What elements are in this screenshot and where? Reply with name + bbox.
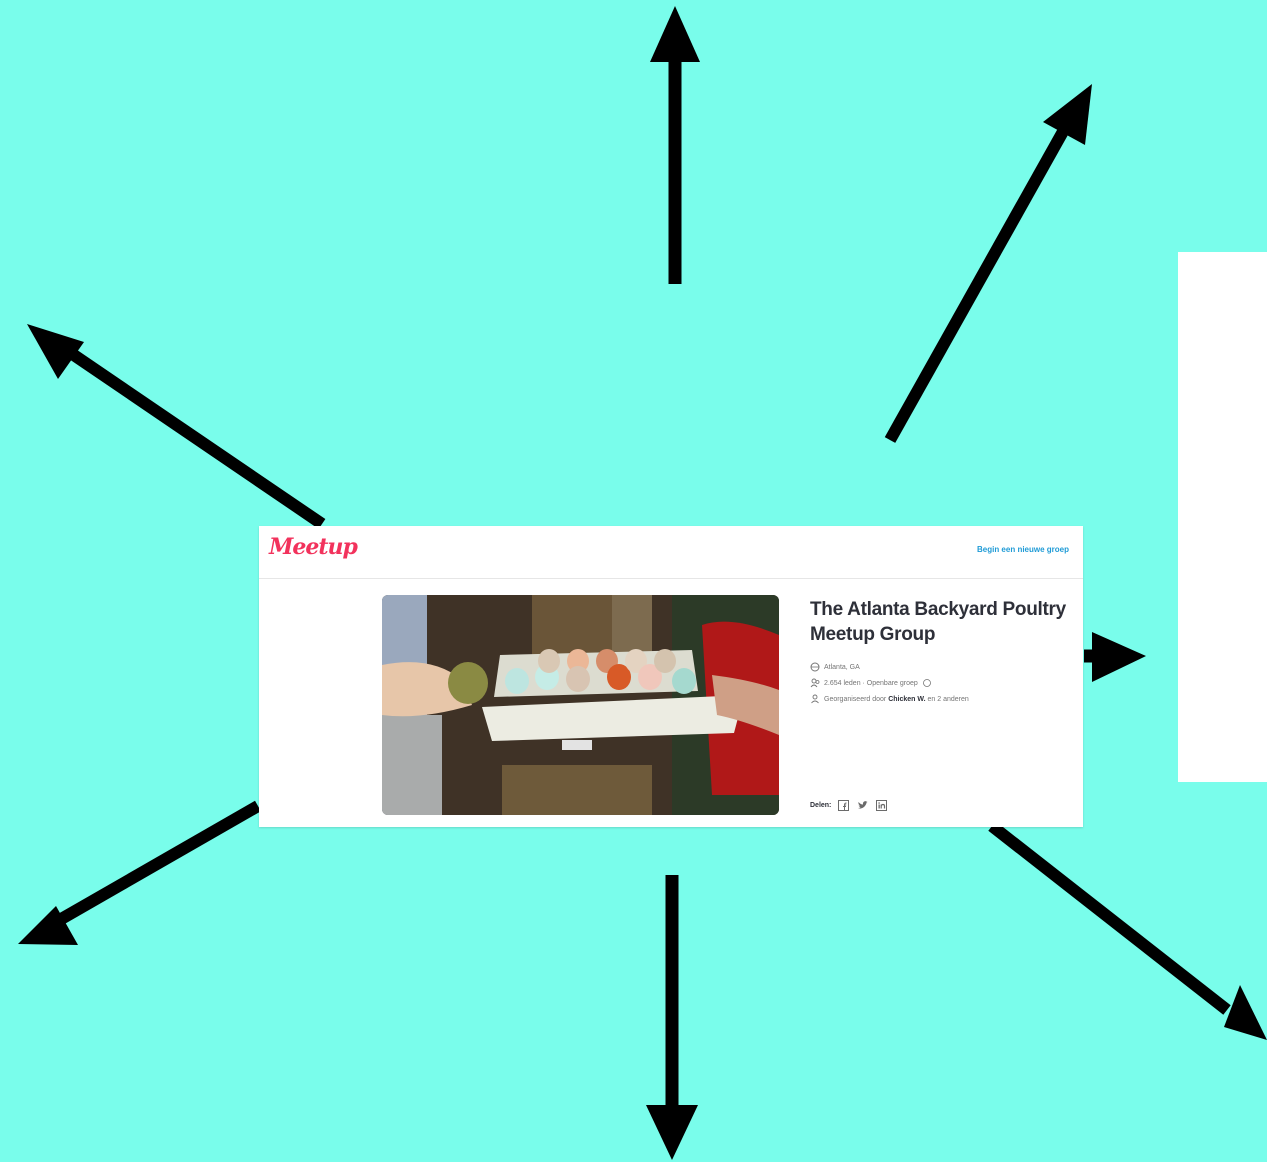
location-text: Atlanta, GA bbox=[824, 663, 860, 671]
card-header: Meetup Begin een nieuwe groep bbox=[259, 526, 1083, 579]
start-new-group-link[interactable]: Begin een nieuwe groep bbox=[977, 545, 1069, 554]
arrow-up-right bbox=[884, 84, 1092, 443]
twitter-icon[interactable] bbox=[856, 799, 869, 812]
facebook-icon[interactable] bbox=[837, 799, 850, 812]
arrow-down-right bbox=[988, 821, 1267, 1040]
members-row: 2.654 leden · Openbare groep bbox=[810, 675, 1070, 691]
background-canvas: Meetup Begin een nieuwe groep The Atlant… bbox=[0, 0, 1267, 1162]
members-icon bbox=[810, 678, 820, 688]
meetup-group-card: Meetup Begin een nieuwe groep The Atlant… bbox=[259, 526, 1083, 827]
location-icon bbox=[810, 662, 820, 672]
share-label: Delen: bbox=[810, 802, 832, 809]
meetup-logo[interactable]: Meetup bbox=[269, 534, 358, 560]
arrow-up-left bbox=[27, 324, 326, 529]
organizer-row: Georganiseerd door Chicken W. en 2 ander… bbox=[810, 691, 1070, 707]
arrow-down bbox=[646, 875, 698, 1160]
arrow-right bbox=[1084, 632, 1146, 682]
arrow-up bbox=[650, 6, 700, 284]
location-row: Atlanta, GA bbox=[810, 659, 1070, 675]
organized-suffix[interactable]: en 2 anderen bbox=[928, 696, 969, 703]
offscreen-white-panel bbox=[1178, 252, 1267, 782]
organized-prefix: Georganiseerd door bbox=[824, 695, 887, 703]
group-meta: Atlanta, GA 2.654 leden · Openbare groep bbox=[810, 659, 1070, 707]
linkedin-icon[interactable] bbox=[875, 799, 888, 812]
organizer-icon bbox=[811, 694, 819, 704]
organizer-name[interactable]: Chicken W. bbox=[888, 696, 925, 703]
group-title: The Atlanta Backyard Poultry Meetup Grou… bbox=[810, 599, 1066, 645]
members-text[interactable]: 2.654 leden · Openbare groep bbox=[824, 680, 918, 687]
share-row: Delen: bbox=[810, 799, 894, 812]
egg-carton-photo bbox=[382, 595, 779, 815]
arrow-down-left bbox=[18, 800, 261, 945]
group-photo bbox=[382, 595, 779, 815]
info-icon[interactable] bbox=[922, 678, 932, 688]
